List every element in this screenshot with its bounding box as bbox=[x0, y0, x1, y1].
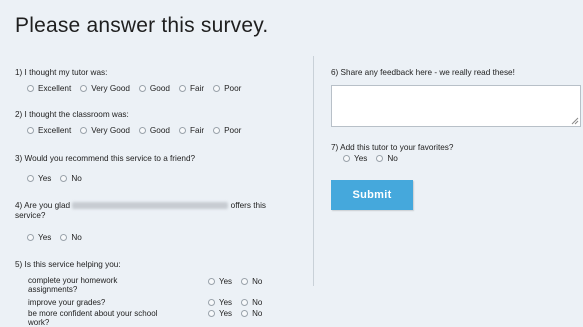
radio-icon[interactable] bbox=[138, 85, 146, 92]
radio-icon[interactable] bbox=[27, 175, 34, 182]
question-2-options: Excellent Very Good Good Fair Poor bbox=[27, 126, 250, 135]
radio-icon[interactable] bbox=[178, 85, 186, 92]
q5-grades-yes[interactable]: Yes bbox=[208, 298, 232, 307]
q1-option-good[interactable]: Good bbox=[138, 84, 170, 93]
radio-icon[interactable] bbox=[208, 299, 215, 306]
radio-icon[interactable] bbox=[208, 278, 215, 285]
page-title: Please answer this survey. bbox=[15, 14, 269, 37]
column-divider bbox=[313, 56, 314, 286]
question-5-label: 5) Is this service helping you: bbox=[15, 260, 121, 269]
question-4-options: Yes No bbox=[27, 233, 91, 242]
radio-icon[interactable] bbox=[208, 310, 215, 317]
question-1-options: Excellent Very Good Good Fair Poor bbox=[27, 84, 250, 93]
q5-row-homework: complete your homework assignments? Yes … bbox=[28, 276, 263, 294]
question-3-label: 3) Would you recommend this service to a… bbox=[15, 154, 196, 163]
radio-icon[interactable] bbox=[241, 299, 249, 306]
question-6-label: 6) Share any feedback here - we really r… bbox=[331, 68, 515, 77]
q1-option-poor[interactable]: Poor bbox=[213, 84, 241, 93]
q1-option-fair[interactable]: Fair bbox=[178, 84, 204, 93]
q5-confidence-yes[interactable]: Yes bbox=[208, 309, 232, 318]
question-7-label: 7) Add this tutor to your favorites? bbox=[331, 143, 454, 152]
q7-option-yes[interactable]: Yes bbox=[343, 154, 367, 163]
q4-option-yes[interactable]: Yes bbox=[27, 233, 51, 242]
radio-icon[interactable] bbox=[241, 278, 249, 285]
question-1-label: 1) I thought my tutor was: bbox=[15, 68, 108, 77]
feedback-textarea[interactable] bbox=[331, 85, 581, 127]
radio-icon[interactable] bbox=[60, 175, 68, 182]
q4-option-no[interactable]: No bbox=[60, 233, 82, 242]
submit-button[interactable]: Submit bbox=[331, 180, 413, 210]
q2-option-excellent[interactable]: Excellent bbox=[27, 126, 71, 135]
radio-icon[interactable] bbox=[376, 155, 384, 162]
question-2-label: 2) I thought the classroom was: bbox=[15, 110, 129, 119]
q5-homework-yes[interactable]: Yes bbox=[208, 277, 232, 286]
radio-icon[interactable] bbox=[241, 310, 249, 317]
q3-option-yes[interactable]: Yes bbox=[27, 174, 51, 183]
q1-option-very-good[interactable]: Very Good bbox=[80, 84, 130, 93]
q2-option-fair[interactable]: Fair bbox=[178, 126, 204, 135]
radio-icon[interactable] bbox=[213, 127, 221, 134]
radio-icon[interactable] bbox=[27, 85, 34, 92]
q3-option-no[interactable]: No bbox=[60, 174, 82, 183]
radio-icon[interactable] bbox=[213, 85, 221, 92]
q5-grades-no[interactable]: No bbox=[241, 298, 262, 307]
radio-icon[interactable] bbox=[178, 127, 186, 134]
q7-option-no[interactable]: No bbox=[376, 154, 398, 163]
radio-icon[interactable] bbox=[138, 127, 146, 134]
q5-row-grades: improve your grades? Yes No bbox=[28, 298, 263, 307]
radio-icon[interactable] bbox=[343, 155, 350, 162]
q1-option-excellent[interactable]: Excellent bbox=[27, 84, 71, 93]
q5-homework-no[interactable]: No bbox=[241, 277, 262, 286]
radio-icon[interactable] bbox=[27, 234, 34, 241]
q5-confidence-no[interactable]: No bbox=[241, 309, 262, 318]
q2-option-good[interactable]: Good bbox=[138, 126, 170, 135]
q5-row-confidence: be more confident about your school work… bbox=[28, 309, 263, 327]
radio-icon[interactable] bbox=[80, 85, 88, 92]
radio-icon[interactable] bbox=[27, 127, 34, 134]
resize-grip-icon[interactable] bbox=[571, 117, 579, 125]
radio-icon[interactable] bbox=[80, 127, 88, 134]
redacted-library-name bbox=[72, 202, 229, 210]
question-4-label: 4) Are you glad offers this service? bbox=[15, 201, 266, 220]
radio-icon[interactable] bbox=[60, 234, 68, 241]
q2-option-very-good[interactable]: Very Good bbox=[80, 126, 130, 135]
question-3-options: Yes No bbox=[27, 174, 91, 183]
q2-option-poor[interactable]: Poor bbox=[213, 126, 241, 135]
question-7-options: Yes No bbox=[343, 154, 407, 163]
